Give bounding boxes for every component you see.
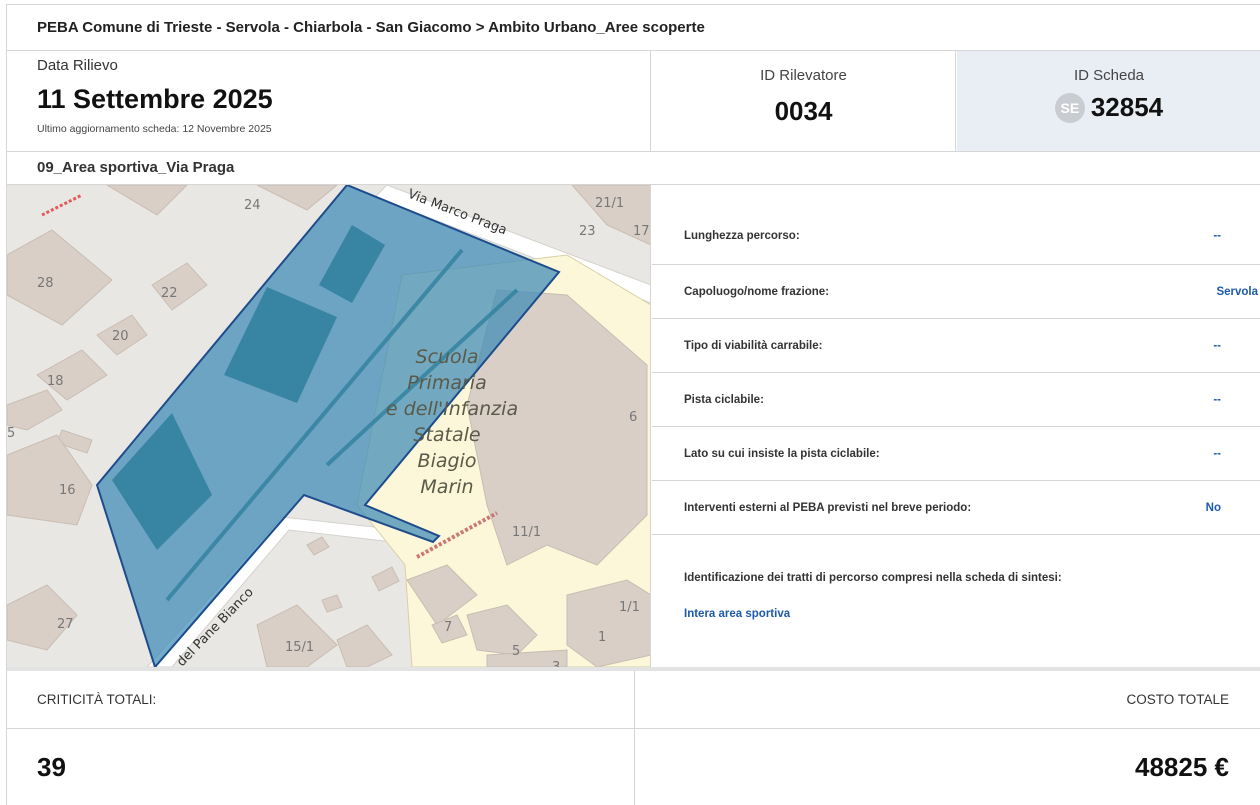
house-number-19: 3 <box>552 660 560 667</box>
school-label-2: Primaria <box>407 372 486 394</box>
house-number-1: 24 <box>244 198 261 213</box>
header-row: Data Rilievo 11 Settembre 2025 Ultimo ag… <box>7 51 1260 152</box>
house-number-3: 23 <box>579 224 596 239</box>
property-key: Capoluogo/nome frazione: <box>684 286 830 298</box>
last-update-text: Ultimo aggiornamento scheda: 12 Novembre… <box>37 123 272 135</box>
property-row: Tipo di viabilità carrabile: -- <box>652 319 1260 373</box>
area-title: 09_Area sportiva_Via Praga <box>7 152 1260 185</box>
property-key: Interventi esterni al PEBA previsti nel … <box>684 502 972 514</box>
totals-value-row: 39 48825 € <box>7 729 1260 805</box>
breadcrumb: PEBA Comune di Trieste - Servola - Chiar… <box>7 5 1260 51</box>
costo-label: COSTO TOTALE <box>1126 692 1229 707</box>
house-number-11: 6 <box>629 410 637 425</box>
date-value: 11 Settembre 2025 <box>37 84 273 114</box>
school-label-3: e dell'Infanzia <box>386 398 518 420</box>
property-row: Interventi esterni al PEBA previsti nel … <box>652 481 1260 535</box>
school-label-5: Biagio <box>418 450 477 472</box>
rilevatore-cell: ID Rilevatore 0034 <box>652 51 956 151</box>
criticita-label-cell: CRITICITÀ TOTALI: <box>7 671 635 728</box>
scheda-value: 32854 <box>1090 92 1164 122</box>
criticita-value-cell: 39 <box>7 729 635 805</box>
map-view[interactable]: Via Marco Praga del Pane Bianco Scuola P… <box>7 185 651 667</box>
properties-panel: Lunghezza percorso: -- Capoluogo/nome fr… <box>652 185 1260 667</box>
property-row: Pista ciclabile: -- <box>652 373 1260 427</box>
house-number-9: 5 <box>7 426 15 441</box>
house-number-8: 18 <box>47 374 64 389</box>
school-label-6: Marin <box>420 476 473 498</box>
property-value: No <box>1205 502 1221 514</box>
house-number-7: 20 <box>112 329 129 344</box>
house-number-16: 1/1 <box>619 600 640 615</box>
house-number-12: 11/1 <box>512 525 541 540</box>
scheda-cell: ID Scheda SE 32854 <box>957 51 1260 151</box>
house-number-17: 1 <box>598 630 606 645</box>
property-value: -- <box>1213 340 1221 352</box>
house-number-4: 17 <box>633 224 650 239</box>
property-value: -- <box>1213 230 1221 242</box>
school-label-1: Scuola <box>415 346 478 368</box>
house-number-13: 27 <box>57 617 74 632</box>
property-row: Lato su cui insiste la pista ciclabile: … <box>652 427 1260 481</box>
property-key: Tipo di viabilità carrabile: <box>684 340 823 352</box>
date-cell: Data Rilievo 11 Settembre 2025 Ultimo ag… <box>7 51 651 151</box>
tratti-row: Identificazione dei tratti di percorso c… <box>652 535 1260 667</box>
property-value: -- <box>1213 448 1221 460</box>
property-value: Servola <box>1216 286 1258 298</box>
property-value: -- <box>1213 394 1221 406</box>
property-row: Lunghezza percorso: -- <box>652 185 1260 265</box>
costo-label-cell: COSTO TOTALE <box>636 671 1260 728</box>
tratti-label: Identificazione dei tratti di percorso c… <box>684 572 1062 584</box>
rilevatore-value: 0034 <box>774 96 833 126</box>
property-row: Capoluogo/nome frazione: Servola <box>652 265 1260 319</box>
totals-label-row: CRITICITÀ TOTALI: COSTO TOTALE <box>7 671 1260 729</box>
house-number-6: 22 <box>161 286 178 301</box>
tratti-link[interactable]: Intera area sportiva <box>684 608 790 620</box>
map-canvas: Via Marco Praga del Pane Bianco Scuola P… <box>7 185 650 667</box>
house-number-10: 16 <box>59 483 76 498</box>
costo-value-cell: 48825 € <box>636 729 1260 805</box>
house-number-5: 28 <box>37 276 54 291</box>
school-label-4: Statale <box>413 424 480 446</box>
criticita-label: CRITICITÀ TOTALI: <box>37 692 157 707</box>
scheda-id-wrap: SE 32854 <box>957 92 1260 123</box>
scheda-frame: PEBA Comune di Trieste - Servola - Chiar… <box>6 4 1260 805</box>
costo-value: 48825 € <box>1135 752 1229 782</box>
property-key: Lato su cui insiste la pista ciclabile: <box>684 448 880 460</box>
property-key: Lunghezza percorso: <box>684 230 800 242</box>
property-key: Pista ciclabile: <box>684 394 764 406</box>
house-number-15: 7 <box>444 620 452 635</box>
house-number-2: 21/1 <box>595 196 624 211</box>
house-number-14: 15/1 <box>285 640 314 655</box>
criticita-value: 39 <box>37 752 66 782</box>
rilevatore-label: ID Rilevatore <box>760 67 847 84</box>
house-number-18: 5 <box>512 644 520 659</box>
scheda-type-badge: SE <box>1054 92 1085 123</box>
scheda-label: ID Scheda <box>1073 67 1145 84</box>
date-label: Data Rilievo <box>37 57 118 74</box>
